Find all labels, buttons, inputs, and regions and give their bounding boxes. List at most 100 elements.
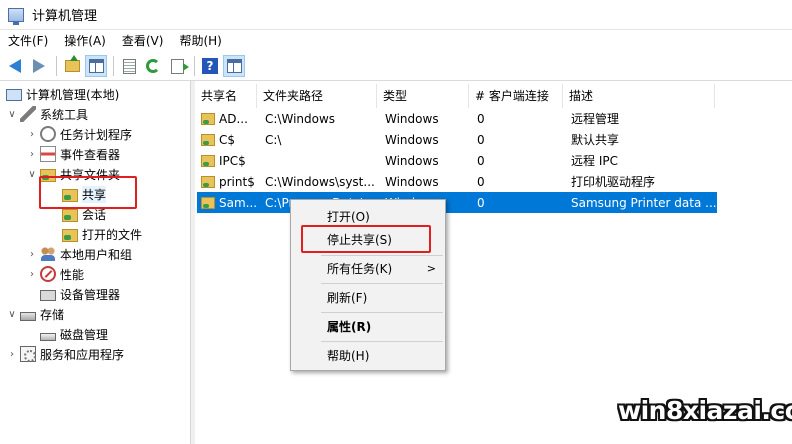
menu-action[interactable]: 操作(A) [56, 30, 114, 52]
back-button[interactable] [4, 55, 26, 77]
menu-bar: 文件(F) 操作(A) 查看(V) 帮助(H) [0, 30, 792, 52]
tree-item-task-scheduler[interactable]: › 任务计划程序 [26, 124, 132, 144]
chevron-right-icon[interactable]: › [6, 349, 18, 360]
tree-item-label: 磁盘管理 [60, 327, 109, 342]
menu-view[interactable]: 查看(V) [114, 30, 172, 52]
tree-item-open-files[interactable]: 打开的文件 [60, 224, 142, 244]
performance-icon [40, 266, 56, 282]
client-count: 0 [477, 153, 485, 168]
annotation-highlight-box [39, 176, 137, 209]
folder-path: C:\Windows [265, 111, 336, 126]
menu-separator [321, 283, 443, 284]
refresh-button[interactable] [142, 55, 164, 77]
action-pane-icon [226, 59, 242, 73]
table-row[interactable]: IPC$ Windows 0 远程 IPC [197, 150, 717, 171]
share-icon [201, 154, 215, 167]
disk-icon [40, 332, 56, 341]
toolbar-separator [194, 56, 195, 76]
sessions-folder-icon [62, 209, 78, 222]
tree-item-label: 服务和应用程序 [40, 347, 125, 362]
export-list-icon [170, 58, 189, 74]
chevron-right-icon[interactable]: › [26, 149, 38, 160]
client-count: 0 [477, 132, 485, 147]
menu-item-help[interactable]: 帮助(H) [292, 345, 444, 367]
column-folder-path[interactable]: 文件夹路径 [257, 84, 377, 108]
column-description[interactable]: 描述 [563, 84, 715, 108]
list-header: 共享名 文件夹路径 类型 # 客户端连接 描述 [195, 84, 792, 108]
title-bar: 计算机管理 [0, 0, 792, 30]
tree-item-label: 事件查看器 [60, 147, 121, 162]
tree-item-services-apps[interactable]: › 服务和应用程序 [6, 344, 124, 364]
share-type: Windows [385, 111, 439, 126]
tree-item-root[interactable]: 计算机管理(本地) [4, 84, 119, 104]
column-share-name[interactable]: 共享名 [195, 84, 257, 108]
window-title: 计算机管理 [32, 9, 98, 24]
menu-item-properties[interactable]: 属性(R) [292, 316, 444, 338]
properties-sheet-icon [122, 58, 136, 74]
menu-file[interactable]: 文件(F) [0, 30, 56, 52]
device-manager-icon [40, 290, 56, 301]
tree-item-label: 本地用户和组 [60, 247, 133, 262]
table-row[interactable]: print$ C:\Windows\syst... Windows 0 打印机驱… [197, 171, 717, 192]
folder-path: C:\Windows\syst... [265, 174, 375, 189]
share-name: print$ [219, 174, 255, 189]
chevron-right-icon: > [426, 262, 436, 275]
export-list-button[interactable] [166, 55, 189, 77]
back-arrow-icon [9, 59, 21, 73]
chevron-down-icon[interactable]: ∨ [6, 309, 18, 320]
share-type: Windows [385, 132, 439, 147]
properties-button[interactable] [118, 55, 140, 77]
share-description: Samsung Printer data ... [571, 195, 717, 210]
tree-item-label: 存储 [40, 307, 65, 322]
up-one-level-button[interactable] [61, 55, 83, 77]
shares-list: 共享名 文件夹路径 类型 # 客户端连接 描述 AD... C:\Windows… [195, 81, 792, 444]
chevron-right-icon[interactable]: › [26, 269, 38, 280]
share-description: 远程管理 [571, 112, 620, 126]
computer-icon [6, 89, 22, 101]
share-type: Windows [385, 153, 439, 168]
show-hide-tree-icon [88, 59, 104, 73]
action-pane-button[interactable] [223, 55, 245, 77]
column-type[interactable]: 类型 [377, 84, 469, 108]
tree-item-label: 打开的文件 [82, 227, 143, 242]
chevron-right-icon[interactable]: › [26, 249, 38, 260]
tree-item-device-manager[interactable]: 设备管理器 [38, 284, 120, 304]
chevron-right-icon[interactable]: › [26, 129, 38, 140]
share-description: 远程 IPC [571, 154, 618, 168]
help-icon: ? [202, 58, 218, 74]
open-files-folder-icon [62, 229, 78, 242]
forward-arrow-icon [33, 59, 45, 73]
table-row[interactable]: AD... C:\Windows Windows 0 远程管理 [197, 108, 717, 129]
client-count: 0 [477, 111, 485, 126]
column-client-connections[interactable]: # 客户端连接 [469, 84, 563, 108]
tree-item-system-tools[interactable]: ∨ 系统工具 [6, 104, 88, 124]
up-folder-icon [64, 55, 80, 72]
menu-item-all-tasks[interactable]: 所有任务(K) > [292, 258, 444, 280]
chevron-down-icon[interactable]: ∨ [26, 169, 38, 180]
share-name: IPC$ [219, 153, 246, 168]
client-count: 0 [477, 174, 485, 189]
toolbar-separator [56, 56, 57, 76]
show-hide-tree-button[interactable] [85, 55, 107, 77]
users-icon [40, 246, 56, 262]
tree-item-label: 性能 [60, 267, 85, 282]
share-description: 打印机驱动程序 [571, 175, 656, 189]
event-viewer-icon [40, 146, 56, 162]
menu-item-refresh[interactable]: 刷新(F) [292, 287, 444, 309]
help-button[interactable]: ? [199, 55, 221, 77]
tree-item-disk-management[interactable]: 磁盘管理 [38, 324, 108, 344]
tree-item-performance[interactable]: › 性能 [26, 264, 84, 284]
tree-item-label: 任务计划程序 [60, 127, 133, 142]
table-row-selected[interactable]: Sam... C:\ProgramData\... Windows 0 Sams… [197, 192, 717, 213]
menu-help[interactable]: 帮助(H) [171, 30, 229, 52]
services-icon [20, 346, 36, 362]
menu-separator [321, 341, 443, 342]
table-row[interactable]: C$ C:\ Windows 0 默认共享 [197, 129, 717, 150]
tree-item-event-viewer[interactable]: › 事件查看器 [26, 144, 120, 164]
forward-button[interactable] [28, 55, 50, 77]
tree-item-label: 系统工具 [40, 107, 89, 122]
share-icon [201, 196, 215, 209]
chevron-down-icon[interactable]: ∨ [6, 109, 18, 120]
tree-item-local-users[interactable]: › 本地用户和组 [26, 244, 132, 264]
tree-item-storage[interactable]: ∨ 存储 [6, 304, 64, 324]
